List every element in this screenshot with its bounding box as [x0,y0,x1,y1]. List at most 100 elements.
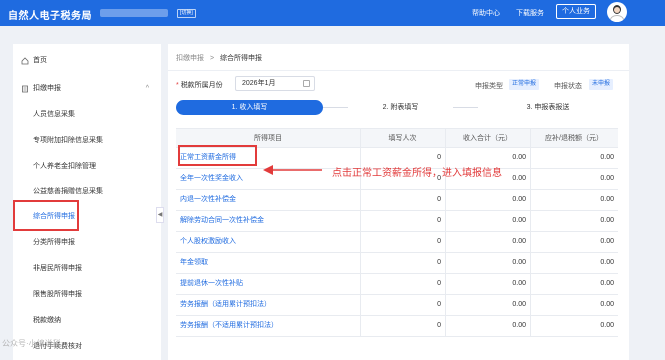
count-cell: 0 [437,322,441,329]
column-divider [360,274,361,294]
count-cell: 0 [437,196,441,203]
calendar-icon [303,80,310,87]
period-label-text: 税款所属月份 [180,82,223,89]
column-divider [530,148,531,168]
column-divider [445,295,446,315]
income-item-label[interactable]: 解除劳动合同一次性补偿金 [180,217,264,224]
sidebar-item-label: 扣缴申报 [33,85,61,92]
sidebar-item-charity[interactable]: 公益慈善捐赠信息采集 [13,182,161,202]
count-cell: 0 [437,301,441,308]
tax-cell: 0.00 [600,259,614,266]
column-divider [530,211,531,231]
tax-cell: 0.00 [600,154,614,161]
sidebar-item-label: 税款缴纳 [33,317,61,324]
breadcrumb-current: 综合所得申报 [220,55,262,62]
count-cell: 0 [437,238,441,245]
income-item-link[interactable]: 解除劳动合同一次性补偿金 [176,211,360,231]
declaration-status-badge: 未申报 [589,79,614,90]
sidebar-item-tax-payment[interactable]: 税款缴纳 [13,311,161,331]
step-submit[interactable]: 3. 申报表报送 [478,100,618,115]
period-label: * 税款所属月份 [176,80,223,90]
column-divider [445,129,446,147]
income-item-link[interactable]: 个人股权激励收入 [176,232,360,252]
table-row: 提前退休一次性补贴 0 0.00 0.00 [176,274,618,295]
income-item-label[interactable]: 个人股权激励收入 [180,238,236,245]
sidebar-item-pension[interactable]: 个人养老金扣除管理 [13,157,161,177]
sidebar-item-label: 个人养老金扣除管理 [33,163,96,170]
sidebar-item-home[interactable]: 首页 [13,51,161,71]
column-divider [530,190,531,210]
income-item-label[interactable]: 提前退休一次性补贴 [180,280,243,287]
column-divider [445,253,446,273]
step-connector [453,107,478,108]
sidebar-item-label: 公益慈善捐赠信息采集 [33,188,103,195]
breadcrumb-parent[interactable]: 扣缴申报 [176,55,204,62]
download-service-link[interactable]: 下载服务 [516,8,544,18]
income-item-label[interactable]: 劳务报酬（适用累计预扣法） [180,301,271,308]
sidebar-item-restricted-shares[interactable]: 限售股所得申报 [13,285,161,305]
table-row: 内退一次性补偿金 0 0.00 0.00 [176,190,618,211]
step-indicator: 1. 收入填写 2. 附表填写 3. 申报表报送 [176,100,618,115]
column-divider [360,253,361,273]
sidebar-item-label: 首页 [33,57,47,64]
column-divider [530,253,531,273]
period-select[interactable]: 2026年1月 [235,76,315,91]
sidebar-item-personnel-info[interactable]: 人员信息采集 [13,105,161,125]
column-divider [530,169,531,189]
column-divider [445,211,446,231]
column-divider [360,295,361,315]
sidebar-item-label: 分类所得申报 [33,239,75,246]
personal-business-button[interactable]: 个人业务 [556,4,596,19]
top-header: 自然人电子税务局 [切换] 帮助中心 下载服务 个人业务 [0,0,665,26]
step-income-entry[interactable]: 1. 收入填写 [176,100,323,115]
income-item-link[interactable]: 年金领取 [176,253,360,273]
arrow-left-icon [263,165,322,175]
count-cell: 0 [437,280,441,287]
income-item-link[interactable]: 提前退休一次性补贴 [176,274,360,294]
income-cell: 0.00 [512,280,526,287]
income-item-link[interactable]: 内退一次性补偿金 [176,190,360,210]
column-divider [445,274,446,294]
sidebar-item-special-deduction[interactable]: 专项附加扣除信息采集 [13,131,161,151]
step-schedule-entry[interactable]: 2. 附表填写 [348,100,453,115]
chevron-up-icon: ^ [145,85,149,92]
column-divider [530,129,531,147]
income-item-label[interactable]: 全年一次性奖金收入 [180,175,243,182]
column-divider [445,232,446,252]
declaration-type-label: 申报类型 [475,83,503,90]
income-cell: 0.00 [512,196,526,203]
sidebar-item-classified-income[interactable]: 分类所得申报 [13,233,161,253]
income-item-link[interactable]: 劳务报酬（适用累计预扣法） [176,295,360,315]
sidebar-item-nonresident[interactable]: 非居民所得申报 [13,259,161,279]
switch-identity-link[interactable]: [切换] [177,9,196,18]
avatar[interactable] [607,2,627,22]
table-row: 年金领取 0 0.00 0.00 [176,253,618,274]
brand-title: 自然人电子税务局 [8,11,92,22]
income-cell: 0.00 [512,322,526,329]
table-row: 劳务报酬（不适用累计预扣法） 0 0.00 0.00 [176,316,618,337]
tax-cell: 0.00 [600,196,614,203]
declaration-type-badge: 正常申报 [509,79,540,90]
step-connector [323,107,348,108]
income-item-label[interactable]: 劳务报酬（不适用累计预扣法） [180,322,278,329]
income-cell: 0.00 [512,238,526,245]
column-divider [530,274,531,294]
count-cell: 0 [437,259,441,266]
income-item-label[interactable]: 内退一次性补偿金 [180,196,236,203]
sidebar-highlight-box [13,200,79,231]
table-row: 个人股权激励收入 0 0.00 0.00 [176,232,618,253]
table-row: 解除劳动合同一次性补偿金 0 0.00 0.00 [176,211,618,232]
instruction-annotation: 点击正常工资薪金所得，进入填报信息 [332,168,502,179]
col-header-count: 填写人次 [388,135,417,142]
sidebar-collapse-button[interactable]: ◀ [156,207,164,223]
breadcrumb-separator: > [209,55,215,62]
income-item-label[interactable]: 年金领取 [180,259,208,266]
sidebar-item-withholding[interactable]: 扣缴申报 ^ [13,79,161,99]
column-divider [445,316,446,336]
column-divider [360,129,361,147]
column-divider [360,211,361,231]
sidebar-item-label: 限售股所得申报 [33,291,82,298]
help-center-link[interactable]: 帮助中心 [472,8,500,18]
income-item-link[interactable]: 劳务报酬（不适用累计预扣法） [176,316,360,336]
breadcrumb: 扣缴申报 > 综合所得申报 [176,53,262,63]
